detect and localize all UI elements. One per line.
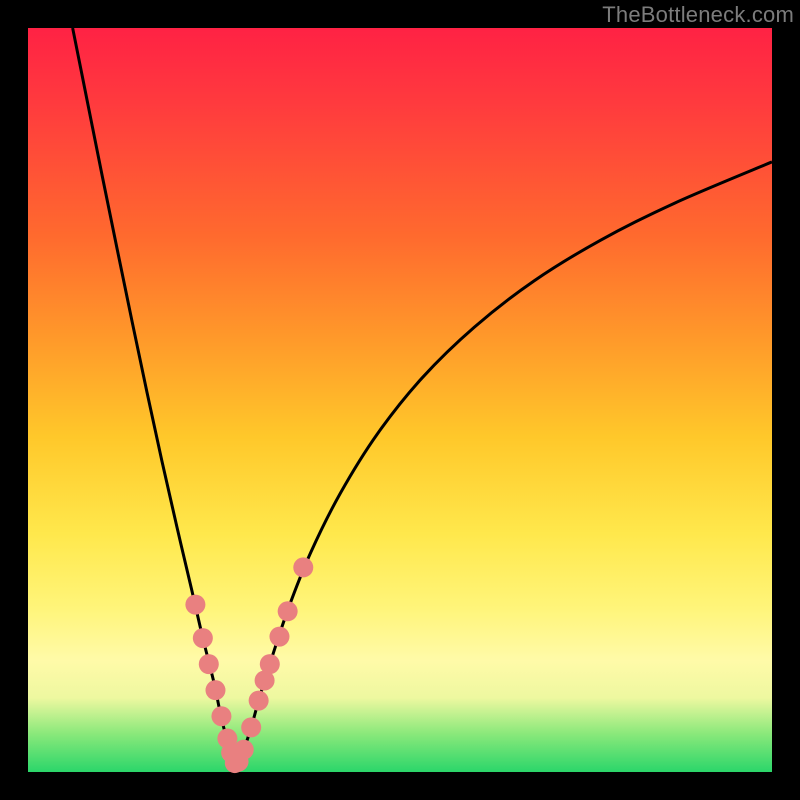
right-branch-curve xyxy=(238,162,772,763)
data-marker xyxy=(269,627,289,647)
data-marker xyxy=(260,654,280,674)
data-marker xyxy=(249,691,269,711)
data-marker xyxy=(211,706,231,726)
data-marker xyxy=(278,601,298,621)
data-marker xyxy=(293,557,313,577)
curve-layer xyxy=(28,28,772,772)
plot-area xyxy=(28,28,772,772)
chart-container: TheBottleneck.com xyxy=(0,0,800,800)
left-branch-curve xyxy=(73,28,235,763)
data-marker xyxy=(185,595,205,615)
data-marker xyxy=(193,628,213,648)
watermark-text: TheBottleneck.com xyxy=(602,2,794,28)
data-marker xyxy=(205,680,225,700)
data-marker xyxy=(241,717,261,737)
data-marker xyxy=(234,740,254,760)
data-marker xyxy=(199,654,219,674)
